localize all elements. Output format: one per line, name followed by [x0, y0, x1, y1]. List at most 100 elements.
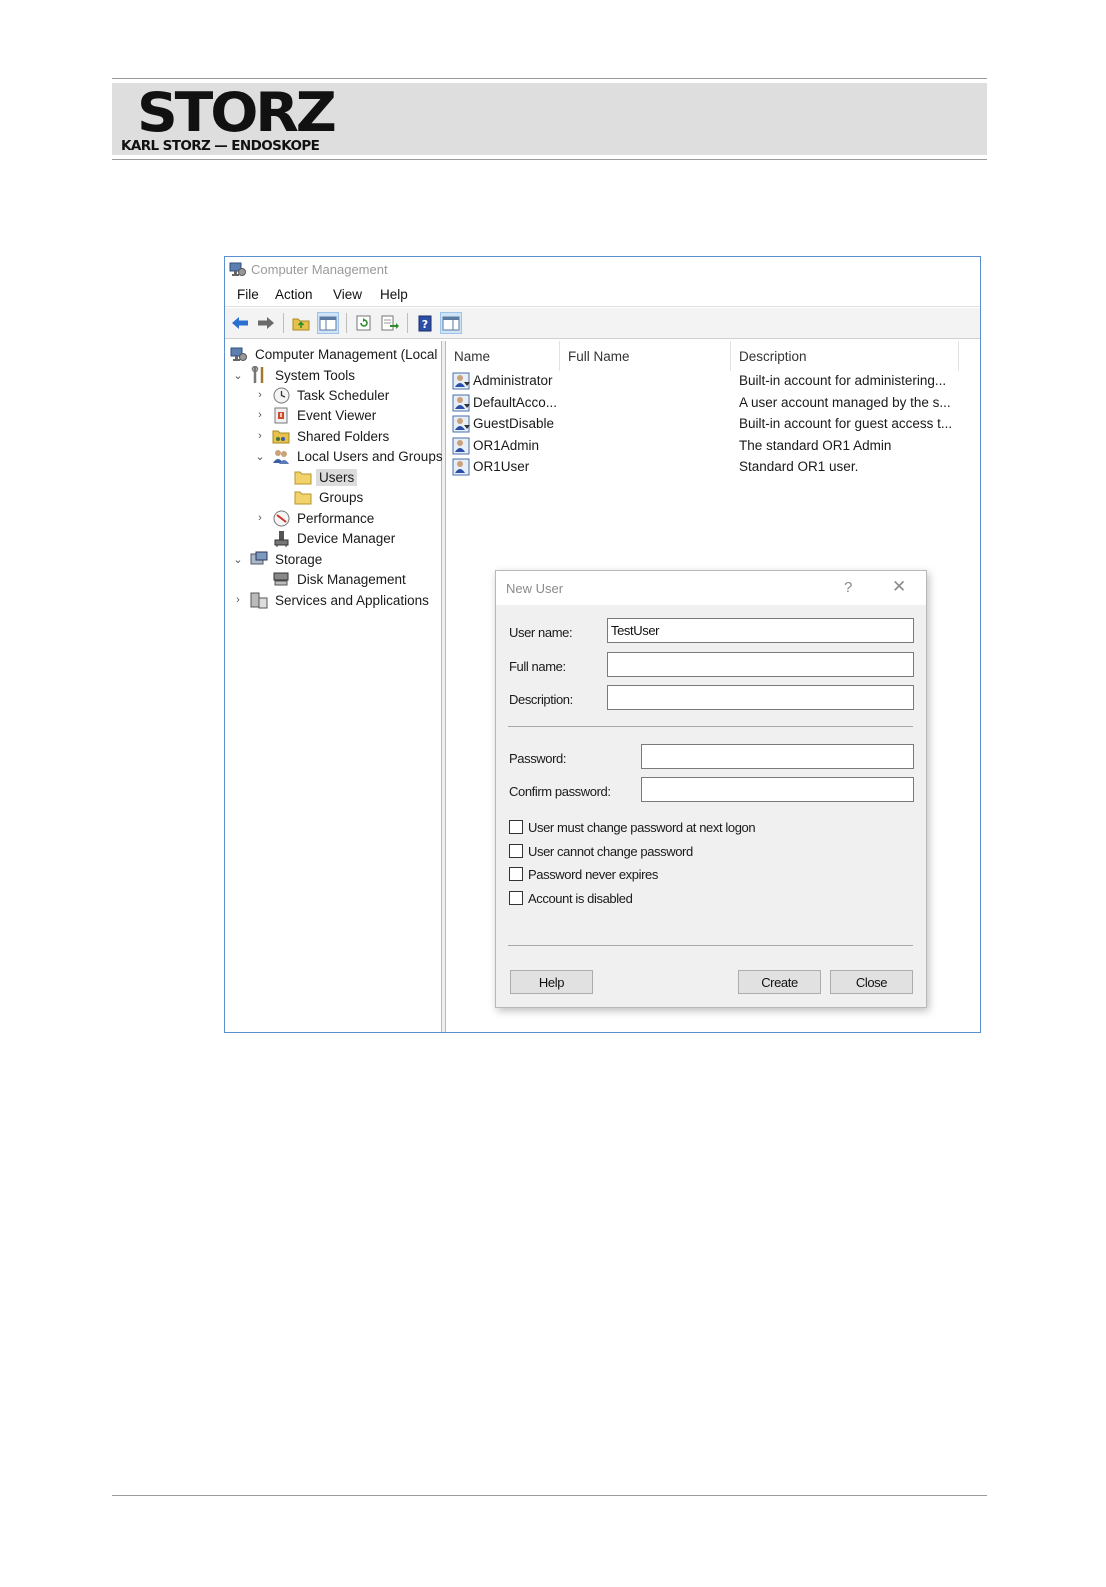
tree-label: Services and Applications: [275, 592, 429, 608]
tree-label: Performance: [297, 510, 375, 526]
tree-label: System Tools: [275, 367, 356, 383]
menu-view[interactable]: View: [333, 287, 362, 302]
tree-node-storage[interactable]: ⌄ Storage: [232, 549, 325, 569]
tree-label: Task Scheduler: [297, 387, 390, 403]
chevron-right-icon[interactable]: ›: [232, 594, 244, 606]
refresh-icon[interactable]: [353, 312, 375, 334]
checkbox-label: Password never expires: [528, 866, 658, 882]
checkbox[interactable]: [509, 891, 523, 905]
show-hide-console-tree-icon[interactable]: [317, 312, 339, 334]
column-header-name[interactable]: Name: [447, 341, 560, 371]
storage-icon: [250, 550, 268, 568]
password-input[interactable]: [641, 744, 914, 769]
chevron-right-icon[interactable]: ›: [254, 389, 266, 401]
window-title-bar: Computer Management: [225, 257, 980, 283]
help-question-icon[interactable]: ?: [844, 579, 852, 596]
forward-arrow-icon[interactable]: [255, 312, 277, 334]
tree-node-device-manager[interactable]: Device Manager: [272, 528, 398, 548]
checkbox[interactable]: [509, 820, 523, 834]
password-label: Password:: [509, 751, 567, 766]
row-description: A user account managed by the s...: [739, 395, 951, 410]
device-manager-icon: [272, 529, 290, 547]
tree-label: Disk Management: [297, 571, 406, 587]
user-icon: [452, 415, 471, 438]
checkbox-password-never-expires[interactable]: Password never expires: [509, 865, 658, 883]
row-name: DefaultAcco...: [473, 395, 558, 410]
tree-node-event-viewer[interactable]: › Event Viewer: [254, 405, 379, 425]
shared-folder-icon: [272, 427, 290, 445]
checkbox[interactable]: [509, 844, 523, 858]
full-name-input[interactable]: [607, 652, 914, 677]
storz-logo: STORZ KARL STORZ — ENDOSKOPE: [118, 84, 337, 156]
header-rule-bottom: [112, 159, 987, 160]
window-title: Computer Management: [251, 262, 388, 277]
users-group-icon: [272, 447, 290, 465]
tree-node-users[interactable]: Users: [294, 467, 358, 487]
tree-node-services-applications[interactable]: › Services and Applications: [232, 590, 432, 610]
dialog-separator: [508, 726, 913, 727]
footer-rule: [112, 1495, 987, 1496]
checkbox-label: User cannot change password: [528, 843, 693, 859]
tree-node-disk-management[interactable]: Disk Management: [272, 569, 409, 589]
pane-splitter[interactable]: [442, 341, 446, 1032]
table-row[interactable]: DefaultAcco... A user account managed by…: [447, 393, 980, 414]
close-icon[interactable]: ✕: [892, 577, 906, 597]
menu-file[interactable]: File: [237, 287, 259, 302]
checkbox[interactable]: [509, 867, 523, 881]
show-hide-action-pane-icon[interactable]: [440, 312, 462, 334]
confirm-password-input[interactable]: [641, 777, 914, 802]
logo-main-text: STORZ: [137, 81, 337, 144]
export-list-icon[interactable]: [379, 312, 401, 334]
dialog-title-bar: New User ? ✕: [496, 571, 926, 605]
menu-help[interactable]: Help: [380, 287, 408, 302]
checkbox-cannot-change-password[interactable]: User cannot change password: [509, 842, 693, 860]
svg-text:?: ?: [422, 318, 428, 331]
chevron-right-icon[interactable]: ›: [254, 409, 266, 421]
table-row[interactable]: OR1User Standard OR1 user.: [447, 457, 980, 478]
table-row[interactable]: Administrator Built-in account for admin…: [447, 371, 980, 392]
table-row[interactable]: GuestDisable Built-in account for guest …: [447, 414, 980, 435]
tree-label: Event Viewer: [297, 407, 377, 423]
table-row[interactable]: OR1Admin The standard OR1 Admin: [447, 436, 980, 457]
up-folder-icon[interactable]: [290, 312, 312, 334]
chevron-right-icon[interactable]: ›: [254, 512, 266, 524]
user-name-label: User name:: [509, 625, 573, 640]
column-header-description[interactable]: Description: [731, 341, 959, 371]
create-button[interactable]: Create: [738, 970, 821, 994]
tree-label: Users: [316, 468, 358, 486]
tree-node-computer-management[interactable]: Computer Management (Local: [230, 344, 440, 364]
performance-icon: [272, 509, 290, 527]
console-tree: Computer Management (Local ⌄ System Tool…: [225, 341, 443, 1032]
clock-icon: [272, 386, 290, 404]
tree-node-task-scheduler[interactable]: › Task Scheduler: [254, 385, 392, 405]
chevron-down-icon[interactable]: ⌄: [232, 369, 244, 382]
tree-label: Storage: [275, 551, 323, 567]
chevron-right-icon[interactable]: ›: [254, 430, 266, 442]
checkbox-must-change-password[interactable]: User must change password at next logon: [509, 818, 756, 836]
chevron-down-icon[interactable]: ⌄: [232, 553, 244, 566]
toolbar-separator: [283, 313, 284, 333]
menu-action[interactable]: Action: [275, 287, 313, 302]
description-input[interactable]: [607, 685, 914, 710]
tree-node-shared-folders[interactable]: › Shared Folders: [254, 426, 392, 446]
close-button[interactable]: Close: [830, 970, 913, 994]
back-arrow-icon[interactable]: [229, 312, 251, 334]
tree-node-groups[interactable]: Groups: [294, 487, 366, 507]
tree-label: Computer Management (Local: [255, 346, 438, 362]
checkbox-account-disabled[interactable]: Account is disabled: [509, 889, 633, 907]
user-name-input[interactable]: [607, 618, 914, 643]
services-icon: [250, 591, 268, 609]
user-icon: [452, 458, 471, 481]
help-button[interactable]: Help: [510, 970, 593, 994]
tree-node-performance[interactable]: › Performance: [254, 508, 377, 528]
logo-sub-text: KARL STORZ — ENDOSKOPE: [121, 138, 320, 154]
folder-icon: [294, 488, 312, 506]
confirm-password-label: Confirm password:: [509, 784, 611, 799]
tools-icon: [250, 366, 268, 384]
tree-node-local-users-groups[interactable]: ⌄ Local Users and Groups: [254, 446, 446, 466]
tree-label: Local Users and Groups: [297, 448, 443, 464]
help-book-icon[interactable]: ?: [414, 312, 436, 334]
column-header-full-name[interactable]: Full Name: [560, 341, 731, 371]
chevron-down-icon[interactable]: ⌄: [254, 450, 266, 463]
tree-node-system-tools[interactable]: ⌄ System Tools: [232, 365, 358, 385]
